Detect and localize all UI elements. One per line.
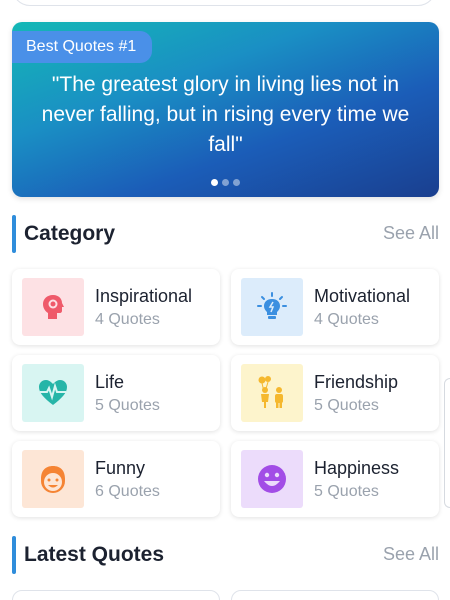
section-accent-bar [12, 536, 16, 574]
category-name: Friendship [314, 372, 399, 392]
banner-quote-text: "The greatest glory in living lies not i… [41, 73, 410, 156]
category-section-header: Category See All [12, 215, 439, 253]
carousel-dot-2[interactable] [222, 179, 229, 186]
banner-badge: Best Quotes #1 [12, 31, 153, 63]
category-card-friendship[interactable]: Friendship 5 Quotes [231, 355, 439, 431]
carousel-dot-1[interactable] [211, 179, 218, 186]
latest-see-all-link[interactable]: See All [383, 544, 439, 565]
category-name: Motivational [314, 286, 411, 306]
latest-quote-card[interactable] [231, 590, 439, 600]
category-count: 5 Quotes [95, 397, 160, 414]
category-name: Inspirational [95, 286, 193, 306]
friends-balloons-icon [241, 364, 303, 422]
category-count: 5 Quotes [314, 483, 379, 500]
latest-section-header: Latest Quotes See All [12, 536, 439, 574]
featured-quote-banner[interactable]: Best Quotes #1 "The greatest glory in li… [12, 22, 439, 197]
heartbeat-icon [22, 364, 84, 422]
search-bar-partial[interactable] [12, 0, 436, 6]
category-name: Happiness [314, 458, 400, 478]
carousel-dot-3[interactable] [233, 179, 240, 186]
category-card-happiness[interactable]: Happiness 5 Quotes [231, 441, 439, 517]
category-card-inspirational[interactable]: Inspirational 4 Quotes [12, 269, 220, 345]
category-section-title: Category [24, 222, 116, 245]
scroll-handle[interactable] [444, 378, 450, 508]
category-count: 4 Quotes [95, 311, 160, 328]
lightbulb-icon [241, 278, 303, 336]
head-idea-icon [22, 278, 84, 336]
category-card-funny[interactable]: Funny 6 Quotes [12, 441, 220, 517]
latest-quote-card[interactable] [12, 590, 220, 600]
category-count: 5 Quotes [314, 397, 379, 414]
category-name: Funny [95, 458, 146, 478]
smiley-icon [241, 450, 303, 508]
carousel-dots[interactable] [12, 179, 439, 186]
category-card-life[interactable]: Life 5 Quotes [12, 355, 220, 431]
category-see-all-link[interactable]: See All [383, 223, 439, 244]
latest-section-title: Latest Quotes [24, 543, 165, 566]
funny-face-icon [22, 450, 84, 508]
category-count: 6 Quotes [95, 483, 160, 500]
section-accent-bar [12, 215, 16, 253]
category-card-motivational[interactable]: Motivational 4 Quotes [231, 269, 439, 345]
category-name: Life [95, 372, 125, 392]
category-count: 4 Quotes [314, 311, 379, 328]
